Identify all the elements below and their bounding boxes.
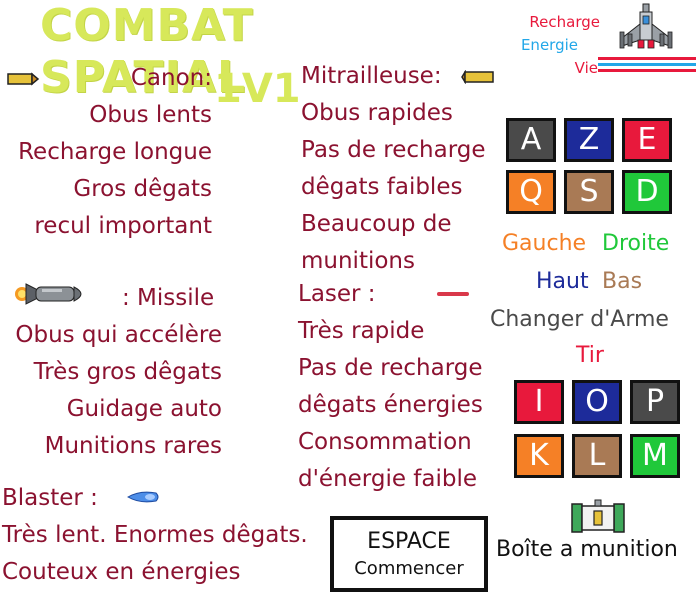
- missile-description: Obus qui accélère Très gros dêgats Guida…: [0, 317, 222, 465]
- mitrailleuse-bullet-icon: [461, 70, 494, 84]
- mitrailleuse-line: Pas de recharge: [301, 137, 486, 163]
- blaster-line: Couteux en énergies: [2, 559, 241, 585]
- laser-line: Consommation: [298, 429, 472, 455]
- key-d: D: [622, 170, 672, 214]
- spaceship-icon: [619, 3, 673, 49]
- start-action-label: Commencer: [354, 558, 464, 579]
- canon-line: Obus lents: [89, 102, 212, 128]
- player2-keypad: I O P K L M: [514, 380, 684, 480]
- mitrailleuse-description: Obus rapides Pas de recharge dêgats faib…: [301, 95, 506, 280]
- versus-label: 1V1: [214, 66, 301, 112]
- key-q: Q: [506, 170, 556, 214]
- missile-line: Munitions rares: [44, 433, 222, 459]
- start-button[interactable]: ESPACE Commencer: [330, 516, 488, 592]
- blaster-shot-icon: [127, 491, 159, 503]
- vie-bar: [598, 69, 696, 72]
- key-i: I: [514, 380, 564, 424]
- control-droite: Droite: [602, 231, 670, 256]
- missile-line: Guidage auto: [66, 396, 222, 422]
- legend-vie-label: Vie: [574, 59, 598, 77]
- laser-line: Pas de recharge: [298, 355, 483, 381]
- key-s: S: [564, 170, 614, 214]
- key-l: L: [572, 434, 622, 478]
- mitrailleuse-line: munitions: [301, 248, 415, 274]
- control-haut: Haut: [536, 269, 589, 294]
- laser-beam-icon: [437, 292, 469, 296]
- legend-bars: [598, 56, 696, 76]
- missile-line: Obus qui accélère: [15, 322, 222, 348]
- missile-line: Très gros dêgats: [33, 359, 222, 385]
- laser-name: Laser :: [298, 281, 376, 307]
- laser-line: d'énergie faible: [298, 466, 478, 492]
- laser-line: Très rapide: [298, 318, 425, 344]
- missile-name: : Missile: [122, 285, 215, 311]
- canon-description: Obus lents Recharge longue Gros dêgats r…: [0, 97, 212, 245]
- recharge-bar: [598, 57, 696, 60]
- key-e: E: [622, 118, 672, 162]
- game-title: COMBAT SPATIAL: [40, 0, 254, 103]
- player1-keypad: A Z E Q S D: [506, 118, 676, 218]
- mitrailleuse-line: Beaucoup de: [301, 211, 452, 237]
- mitrailleuse-line: dêgats faibles: [301, 174, 463, 200]
- key-m: M: [630, 434, 680, 478]
- canon-line: Recharge longue: [18, 139, 212, 165]
- ammo-box-label: Boîte a munition: [496, 537, 678, 562]
- key-p: P: [630, 380, 680, 424]
- control-gauche: Gauche: [502, 231, 587, 256]
- control-bas: Bas: [602, 269, 643, 294]
- blaster-name: Blaster :: [2, 485, 98, 511]
- energie-bar: [598, 63, 696, 66]
- mitrailleuse-line: Obus rapides: [301, 100, 453, 126]
- key-a: A: [506, 118, 556, 162]
- ammo-box-icon: [571, 499, 625, 533]
- key-k: K: [514, 434, 564, 478]
- canon-name: Canon:: [130, 65, 212, 91]
- blaster-line: Très lent. Enormes dêgats.: [2, 522, 308, 548]
- blaster-description: Très lent. Enormes dêgats. Couteux en én…: [2, 517, 332, 591]
- canon-line: Gros dêgats: [73, 176, 212, 202]
- key-z: Z: [564, 118, 614, 162]
- laser-line: dêgats énergies: [298, 392, 483, 418]
- start-key-label: ESPACE: [367, 529, 451, 554]
- mitrailleuse-name: Mitrailleuse:: [301, 63, 442, 89]
- canon-line: recul important: [34, 213, 212, 239]
- laser-description: Très rapide Pas de recharge dêgats énerg…: [298, 313, 508, 498]
- control-changer-arme: Changer d'Arme: [490, 307, 669, 332]
- missile-icon: [15, 283, 82, 305]
- key-o: O: [572, 380, 622, 424]
- control-tir: Tir: [576, 343, 604, 368]
- canon-bullet-icon: [7, 72, 40, 86]
- legend-energie-label: Energie: [520, 36, 578, 54]
- legend-recharge-label: Recharge: [529, 13, 600, 31]
